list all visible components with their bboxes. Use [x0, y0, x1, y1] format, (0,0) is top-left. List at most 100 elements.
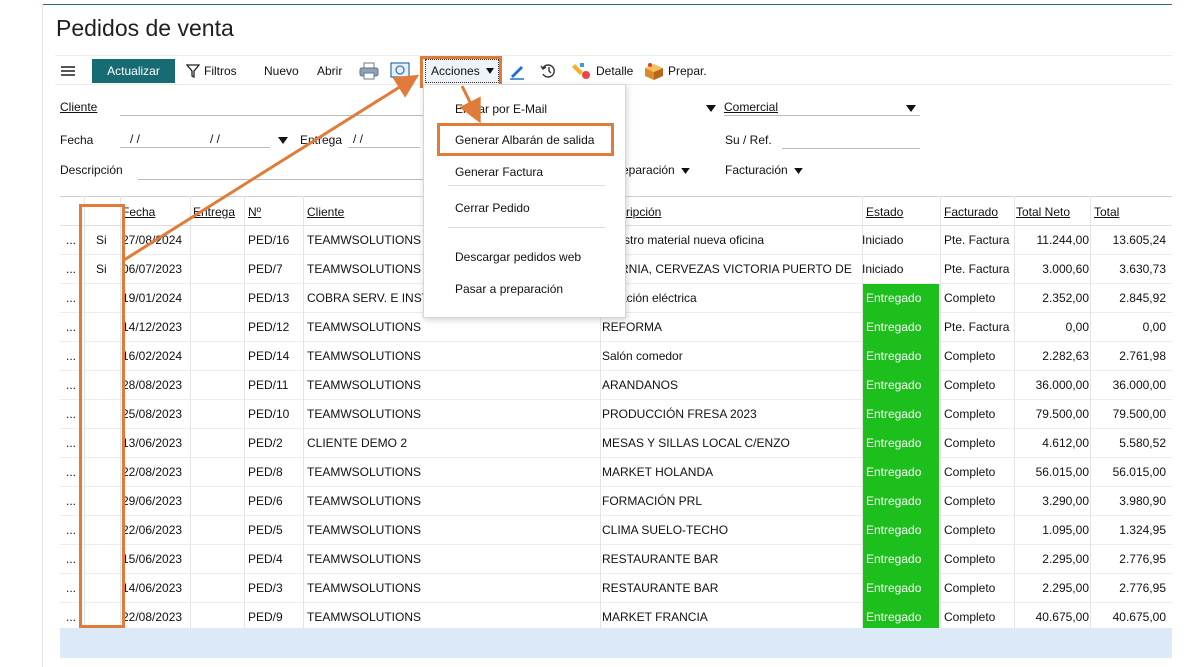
cell-neto: 2.352,00 [1042, 291, 1089, 305]
cell-facturado: Completo [944, 378, 996, 392]
cell-neto: 3.000,60 [1042, 262, 1089, 276]
frame-top-border [42, 4, 1172, 5]
cliente-label[interactable]: Cliente [60, 100, 97, 114]
cell-estado: Iniciado [862, 262, 904, 276]
cell-cliente: TEAMWSOLUTIONS [307, 523, 422, 537]
cell-total: 2.845,92 [1119, 291, 1166, 305]
table-row[interactable]: ... 22/08/2023 PED/8 TEAMWSOLUTIONS MARKET H… [60, 458, 1172, 487]
header-descripcion[interactable]: cripción [620, 205, 661, 219]
print-button[interactable] [359, 56, 379, 86]
cell-estado: Entregado [862, 545, 939, 574]
cell-descripcion: ministro material nueva oficina [602, 233, 765, 247]
header-num[interactable]: Nº [248, 205, 261, 219]
cell-estado: Entregado [862, 458, 939, 487]
cell-fecha: 19/01/2024 [122, 291, 183, 305]
update-button[interactable]: Actualizar [92, 59, 175, 83]
cell-num: PED/8 [248, 465, 283, 479]
cell-fecha: 14/12/2023 [122, 320, 183, 334]
table-row[interactable]: ... 13/06/2023 PED/2 CLIENTE DEMO 2 MESAS Y … [60, 429, 1172, 458]
chevron-down-icon[interactable] [906, 105, 916, 112]
cell-fecha: 28/08/2023 [122, 378, 183, 392]
table-row[interactable]: ... 28/08/2023 PED/11 TEAMWSOLUTIONS ARANDAN… [60, 371, 1172, 400]
table-row[interactable]: ... 29/06/2023 PED/6 TEAMWSOLUTIONS FORMACIÓ… [60, 487, 1172, 516]
header-total-neto[interactable]: Total Neto [1016, 205, 1070, 219]
cell-fecha: 27/08/2024 [122, 233, 183, 247]
prepare-button[interactable]: Prepar. [643, 56, 707, 86]
menu-icon[interactable] [61, 66, 75, 76]
cell-total: 3.630,73 [1119, 262, 1166, 276]
fecha-label: Fecha [60, 133, 94, 147]
new-row[interactable] [60, 628, 1172, 658]
table-row[interactable]: ... 25/08/2023 PED/10 TEAMWSOLUTIONS PRODUCC… [60, 400, 1172, 429]
menu-item-generar-factura[interactable]: Generar Factura [455, 165, 543, 179]
entrega-input[interactable]: / / [353, 132, 363, 146]
preview-icon [390, 62, 410, 78]
cell-flag: ... [66, 320, 77, 334]
cell-estado: Entregado [862, 284, 939, 313]
history-button[interactable] [539, 56, 557, 86]
cell-flag: ... [66, 552, 77, 566]
cell-total: 3.980,90 [1119, 494, 1166, 508]
detail-button[interactable]: Detalle [571, 56, 633, 86]
cell-facturado: Completo [944, 581, 996, 595]
preparacion-filter[interactable]: eparación [622, 163, 690, 177]
entrega-underline [348, 147, 420, 148]
cell-flag: ... [66, 407, 77, 421]
filters-button[interactable]: Filtros [186, 56, 237, 86]
cell-num: PED/10 [248, 407, 290, 421]
chevron-down-icon[interactable] [278, 137, 288, 144]
cell-descripcion: MESAS Y SILLAS LOCAL C/ENZO [602, 436, 790, 450]
menu-item-cerrar-pedido[interactable]: Cerrar Pedido [455, 201, 530, 215]
preview-button[interactable] [390, 56, 410, 86]
menu-item-preparacion[interactable]: Pasar a preparación [455, 282, 563, 296]
cell-total: 1.324,95 [1119, 523, 1166, 537]
cell-descripcion: RESTAURANTE BAR [602, 552, 719, 566]
header-estado[interactable]: Estado [866, 205, 903, 219]
header-total[interactable]: Total [1094, 205, 1119, 219]
table-row[interactable]: ... 14/06/2023 PED/3 TEAMWSOLUTIONS RESTAURA… [60, 574, 1172, 603]
actions-menu: Enviar por E-Mail Generar Albarán de sal… [423, 84, 626, 318]
cell-descripcion: MARKET HOLANDA [602, 465, 714, 479]
suref-input[interactable] [782, 148, 920, 149]
detail-label: Detalle [596, 64, 634, 78]
cell-fecha: 14/06/2023 [122, 581, 183, 595]
cell-total: 56.015,00 [1112, 465, 1166, 479]
header-entrega[interactable]: Entrega [193, 205, 235, 219]
menu-item-descargar[interactable]: Descargar pedidos web [455, 250, 581, 264]
column-divider [244, 196, 245, 628]
cell-neto: 4.612,00 [1042, 436, 1089, 450]
table-row[interactable]: ... 22/06/2023 PED/5 TEAMWSOLUTIONS CLIMA SU… [60, 516, 1172, 545]
edit-button[interactable] [508, 56, 526, 86]
table-row[interactable]: ... 15/06/2023 PED/4 TEAMWSOLUTIONS RESTAURA… [60, 545, 1172, 574]
cell-flag: ... [66, 349, 77, 363]
open-button[interactable]: Abrir [317, 56, 342, 86]
cell-estado: Entregado [862, 516, 939, 545]
comercial-input[interactable] [724, 115, 920, 116]
detail-icon [572, 63, 590, 79]
cell-estado: Entregado [862, 429, 939, 458]
facturacion-filter[interactable]: Facturación [725, 163, 803, 177]
fecha-from-input[interactable]: / / [130, 132, 140, 146]
cell-neto: 11.244,00 [1036, 233, 1090, 247]
prepare-label: Prepar. [668, 64, 707, 78]
header-cliente[interactable]: Cliente [307, 205, 344, 219]
cell-total: 13.605,24 [1112, 233, 1166, 247]
chevron-down-icon[interactable] [706, 105, 716, 112]
table-row[interactable]: ... 16/02/2024 PED/14 TEAMWSOLUTIONS Salón c… [60, 342, 1172, 371]
column-divider [1090, 196, 1091, 628]
cell-facturado: Completo [944, 407, 996, 421]
fecha-to-input[interactable]: / / [210, 132, 220, 146]
menu-item-email[interactable]: Enviar por E-Mail [455, 102, 547, 116]
cell-fecha: 13/06/2023 [122, 436, 183, 450]
new-button[interactable]: Nuevo [264, 56, 299, 86]
comercial-label[interactable]: Comercial [724, 100, 778, 114]
entrega-label: Entrega [300, 133, 343, 147]
header-fecha[interactable]: Fecha [122, 205, 155, 219]
cell-descripcion: CORNIA, CERVEZAS VICTORIA PUERTO DE [602, 262, 852, 276]
cell-num: PED/3 [248, 581, 283, 595]
cell-cliente: TEAMWSOLUTIONS [307, 233, 422, 247]
cell-cliente: TEAMWSOLUTIONS [307, 349, 422, 363]
header-facturado[interactable]: Facturado [944, 205, 998, 219]
pencil-icon [510, 66, 524, 80]
cell-num: PED/11 [248, 378, 289, 392]
